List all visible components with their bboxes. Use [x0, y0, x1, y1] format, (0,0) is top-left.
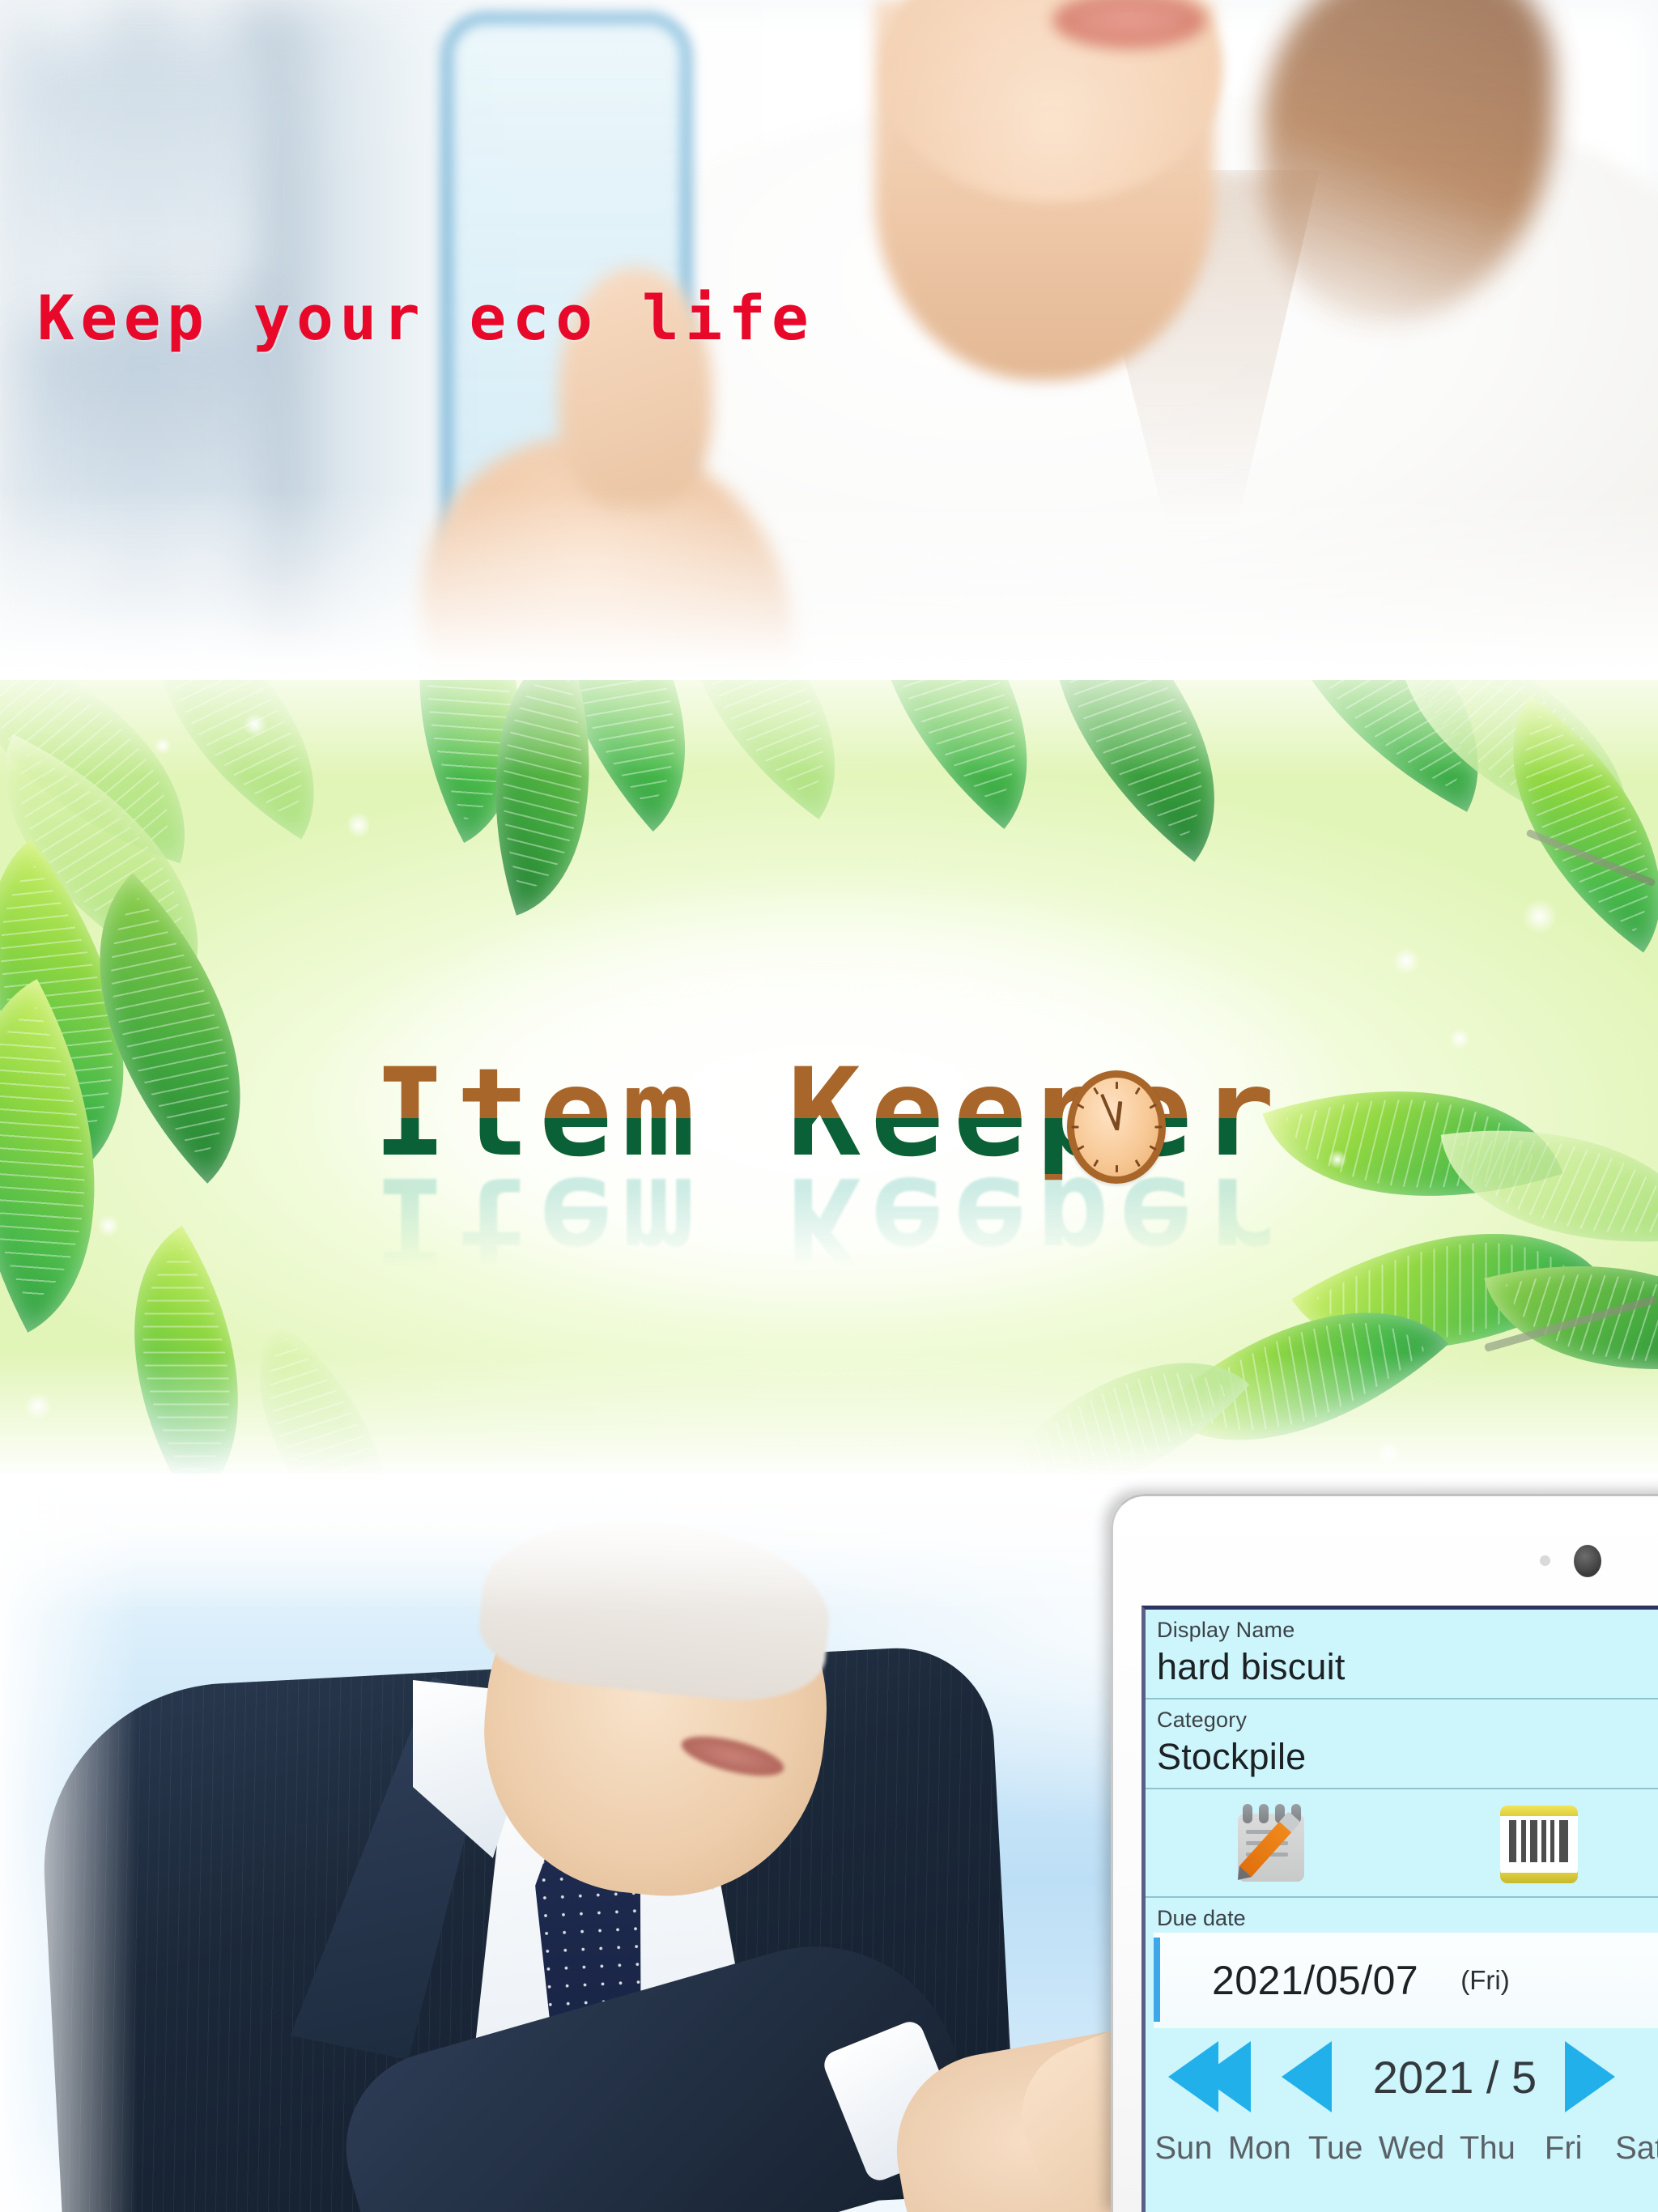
- tablet-sensor: [1540, 1555, 1550, 1566]
- leafy-light-wash: [0, 680, 1658, 1482]
- barcode-top-band: [1500, 1806, 1578, 1816]
- weekday-fri: Fri: [1544, 2130, 1583, 2166]
- weekday-mon: Mon: [1227, 2130, 1291, 2166]
- barcode-bottom-band: [1500, 1873, 1578, 1883]
- right-arrow-icon[interactable]: [1565, 2041, 1615, 2112]
- due-date-field: Due date 2021/05/07 (Fri): [1146, 1898, 1658, 2028]
- barcode-bars-shape: [1509, 1820, 1569, 1862]
- due-date-input[interactable]: 2021/05/07 (Fri): [1154, 1933, 1658, 2028]
- hero-headline: Keep your eco life: [37, 282, 815, 354]
- clock-icon: [1067, 1070, 1166, 1184]
- hero-banner: Keep your eco life: [0, 0, 1658, 680]
- display-name-value[interactable]: hard biscuit: [1146, 1643, 1658, 1698]
- weekday-sun: Sun: [1154, 2130, 1213, 2166]
- calendar-weekday-header: Sun Mon Tue Wed Thu Fri Sat: [1146, 2125, 1658, 2182]
- arrow-shape: [1201, 2041, 1251, 2112]
- display-name-field[interactable]: Display Name hard biscuit: [1146, 1610, 1658, 1698]
- calendar-navigation: 2021 / 5: [1146, 2028, 1658, 2125]
- logo-banner: [0, 680, 1658, 1482]
- app-promo-page: Keep your eco life Item Keeper Item Keep…: [0, 0, 1658, 2212]
- double-left-arrow-icon[interactable]: [1168, 2041, 1251, 2112]
- action-icon-row: [1146, 1789, 1658, 1896]
- display-name-label: Display Name: [1157, 1618, 1295, 1642]
- due-date-accent-bar: [1154, 1938, 1160, 2022]
- due-date-value[interactable]: 2021/05/07: [1212, 1957, 1418, 2004]
- barcode-icon[interactable]: [1500, 1806, 1578, 1883]
- stock-left-fade: [0, 1474, 138, 2212]
- tablet-camera: [1574, 1545, 1601, 1577]
- tablet-device: Display Name hard biscuit Category Stock…: [1111, 1494, 1658, 2212]
- category-value[interactable]: Stockpile: [1146, 1733, 1658, 1788]
- due-date-weekday: (Fri): [1460, 1965, 1510, 1995]
- left-arrow-icon[interactable]: [1282, 2041, 1332, 2112]
- weekday-sat: Sat: [1615, 2130, 1658, 2166]
- calendar-month-label: 2021 / 5: [1372, 2051, 1537, 2103]
- weekday-thu: Thu: [1459, 2130, 1516, 2166]
- category-label: Category: [1157, 1708, 1248, 1732]
- due-date-label: Due date: [1157, 1906, 1246, 1930]
- category-field[interactable]: Category Stockpile: [1146, 1699, 1658, 1788]
- weekday-tue: Tue: [1307, 2130, 1363, 2166]
- weekday-wed: Wed: [1378, 2130, 1445, 2166]
- app-screen: Display Name hard biscuit Category Stock…: [1141, 1606, 1658, 2212]
- memo-icon[interactable]: [1233, 1802, 1317, 1887]
